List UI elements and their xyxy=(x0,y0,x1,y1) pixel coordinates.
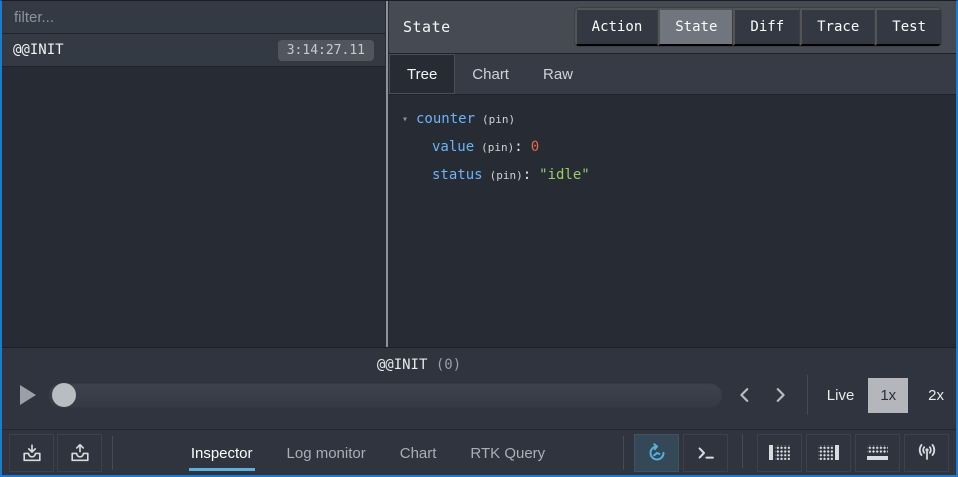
pause-recording-button[interactable] xyxy=(634,434,679,472)
timeline-slider[interactable] xyxy=(48,382,723,408)
tab-trace[interactable]: Trace xyxy=(800,8,875,46)
step-forward-button[interactable] xyxy=(767,380,793,410)
redux-devtools-window: @@INIT 3:14:27.11 State Action State Dif… xyxy=(0,0,958,477)
monitor-tabs: Inspector Log monitor Chart RTK Query xyxy=(123,435,613,471)
terminal-icon xyxy=(695,442,717,464)
play-icon xyxy=(19,384,37,406)
tab-log-monitor[interactable]: Log monitor xyxy=(285,435,368,471)
remote-icon xyxy=(915,441,939,465)
dock-right-button[interactable] xyxy=(806,434,851,472)
playback-section: @@INIT (0) Live xyxy=(2,347,956,429)
tree-key: status xyxy=(432,167,483,183)
tab-inspector[interactable]: Inspector xyxy=(189,435,255,471)
separator: : xyxy=(514,139,522,155)
subtab-chart[interactable]: Chart xyxy=(455,54,526,94)
inspector-title: State xyxy=(403,18,451,36)
remote-button[interactable] xyxy=(904,434,949,472)
export-state-button[interactable] xyxy=(57,434,102,472)
pin-tag: (pin) xyxy=(481,141,514,154)
playback-controls: Live 1x 2x xyxy=(2,379,956,411)
current-action-index: (0) xyxy=(436,357,461,373)
toolbar-icon-group xyxy=(634,434,949,472)
import-export-group xyxy=(9,434,102,472)
state-tree: ▾ counter (pin) value (pin) : 0 status (… xyxy=(389,95,956,347)
pin-tag: (pin) xyxy=(482,113,515,126)
subtab-tree[interactable]: Tree xyxy=(389,54,455,94)
dock-bottom-button[interactable] xyxy=(855,434,900,472)
dock-left-icon xyxy=(769,445,790,460)
divider xyxy=(742,434,743,468)
dispatcher-button[interactable] xyxy=(683,434,728,472)
import-state-button[interactable] xyxy=(9,434,54,472)
tab-chart[interactable]: Chart xyxy=(398,435,439,471)
divider xyxy=(623,436,624,470)
inspector-panel: State Action State Diff Trace Test Tree … xyxy=(389,1,956,347)
tab-action[interactable]: Action xyxy=(575,8,659,46)
pin-tag: (pin) xyxy=(490,169,523,182)
dock-bottom-icon xyxy=(867,445,888,460)
tree-value-number: 0 xyxy=(531,139,539,155)
action-timestamp: 3:14:27.11 xyxy=(278,40,374,61)
speed-2x-button[interactable]: 2x xyxy=(916,378,956,413)
live-button[interactable]: Live xyxy=(821,379,861,412)
tab-state[interactable]: State xyxy=(658,8,733,46)
separator: : xyxy=(523,167,531,183)
tab-diff[interactable]: Diff xyxy=(733,8,800,46)
panel-resize-handle[interactable] xyxy=(385,1,389,347)
subtab-raw[interactable]: Raw xyxy=(526,54,590,94)
collapse-arrow-icon[interactable]: ▾ xyxy=(402,114,416,125)
chevron-right-icon xyxy=(771,386,789,404)
tab-rtk-query[interactable]: RTK Query xyxy=(468,435,547,471)
action-list-panel: @@INIT 3:14:27.11 xyxy=(2,1,385,347)
tree-key: value xyxy=(432,139,474,155)
tree-node-status[interactable]: status (pin) : "idle" xyxy=(402,161,943,189)
filter-input[interactable] xyxy=(14,9,373,26)
slider-thumb[interactable] xyxy=(52,383,76,407)
step-back-button[interactable] xyxy=(732,380,758,410)
tree-value-string: "idle" xyxy=(539,167,590,183)
pause-recording-icon xyxy=(645,441,669,465)
dock-left-button[interactable] xyxy=(757,434,802,472)
state-view-subtabs: Tree Chart Raw xyxy=(389,54,956,95)
tab-test[interactable]: Test xyxy=(875,8,941,46)
tree-node-value[interactable]: value (pin) : 0 xyxy=(402,133,943,161)
tree-key: counter xyxy=(416,111,475,127)
action-name: @@INIT xyxy=(13,42,64,58)
tree-node-counter[interactable]: ▾ counter (pin) xyxy=(402,105,943,133)
import-icon xyxy=(21,442,43,464)
main-area: @@INIT 3:14:27.11 State Action State Dif… xyxy=(2,1,956,347)
current-action-name: @@INIT xyxy=(377,357,428,373)
current-action-label: @@INIT (0) xyxy=(2,357,836,373)
speed-1x-button[interactable]: 1x xyxy=(868,378,908,413)
export-icon xyxy=(69,442,91,464)
divider xyxy=(112,436,113,470)
play-button[interactable] xyxy=(19,383,41,407)
filter-bar xyxy=(2,1,385,34)
bottom-toolbar: Inspector Log monitor Chart RTK Query xyxy=(2,429,956,475)
action-list-item[interactable]: @@INIT 3:14:27.11 xyxy=(2,34,385,67)
dock-right-icon xyxy=(818,445,839,460)
inspector-tab-group: Action State Diff Trace Test xyxy=(574,7,942,47)
inspector-header: State Action State Diff Trace Test xyxy=(389,1,956,54)
chevron-left-icon xyxy=(736,386,754,404)
divider xyxy=(807,375,808,415)
